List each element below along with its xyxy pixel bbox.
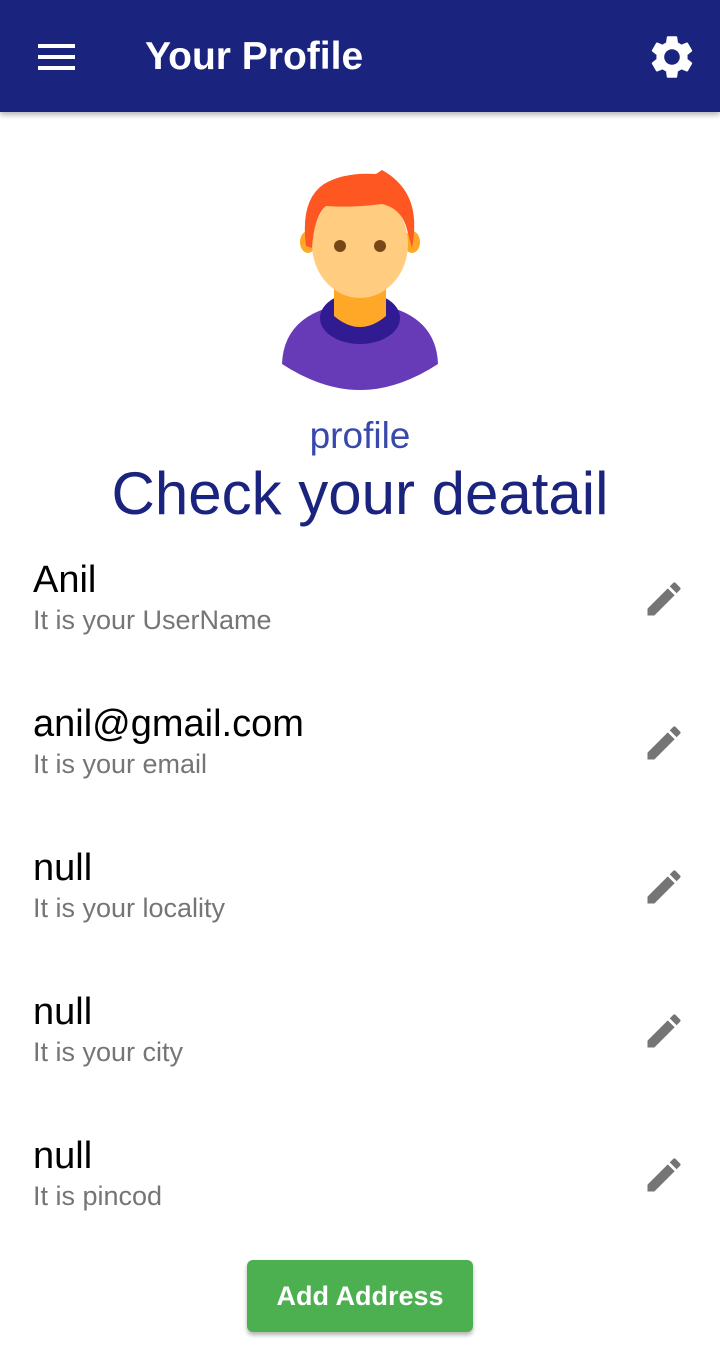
locality-caption: It is your locality bbox=[33, 893, 226, 923]
pincode-caption: It is pincod bbox=[33, 1181, 163, 1211]
detail-row-email: anil@gmail.com It is your email bbox=[0, 701, 720, 821]
detail-row-pincode: null It is pincod bbox=[0, 1133, 720, 1253]
menu-icon[interactable] bbox=[26, 32, 86, 82]
edit-city-icon[interactable] bbox=[642, 1009, 686, 1053]
username-value: Anil bbox=[33, 559, 97, 601]
city-value: null bbox=[33, 991, 93, 1033]
email-caption: It is your email bbox=[33, 749, 208, 779]
avatar-label: profile bbox=[309, 415, 411, 456]
username-caption: It is your UserName bbox=[33, 605, 272, 635]
gear-icon[interactable] bbox=[646, 31, 698, 83]
edit-locality-icon[interactable] bbox=[642, 865, 686, 909]
page-title: Your Profile bbox=[145, 35, 364, 78]
edit-username-icon[interactable] bbox=[642, 577, 686, 621]
page-headline: Check your deatail bbox=[111, 460, 609, 527]
app-bar: Your Profile bbox=[0, 0, 720, 112]
avatar-person-icon bbox=[278, 168, 442, 394]
edit-pincode-icon[interactable] bbox=[642, 1153, 686, 1197]
email-value: anil@gmail.com bbox=[33, 703, 304, 745]
pincode-value: null bbox=[33, 1135, 93, 1177]
edit-email-icon[interactable] bbox=[642, 721, 686, 765]
add-address-button[interactable]: Add Address bbox=[247, 1260, 473, 1332]
detail-row-city: null It is your city bbox=[0, 989, 720, 1109]
detail-row-username: Anil It is your UserName bbox=[0, 557, 720, 677]
city-caption: It is your city bbox=[33, 1037, 184, 1067]
locality-value: null bbox=[33, 847, 93, 889]
detail-row-locality: null It is your locality bbox=[0, 845, 720, 965]
